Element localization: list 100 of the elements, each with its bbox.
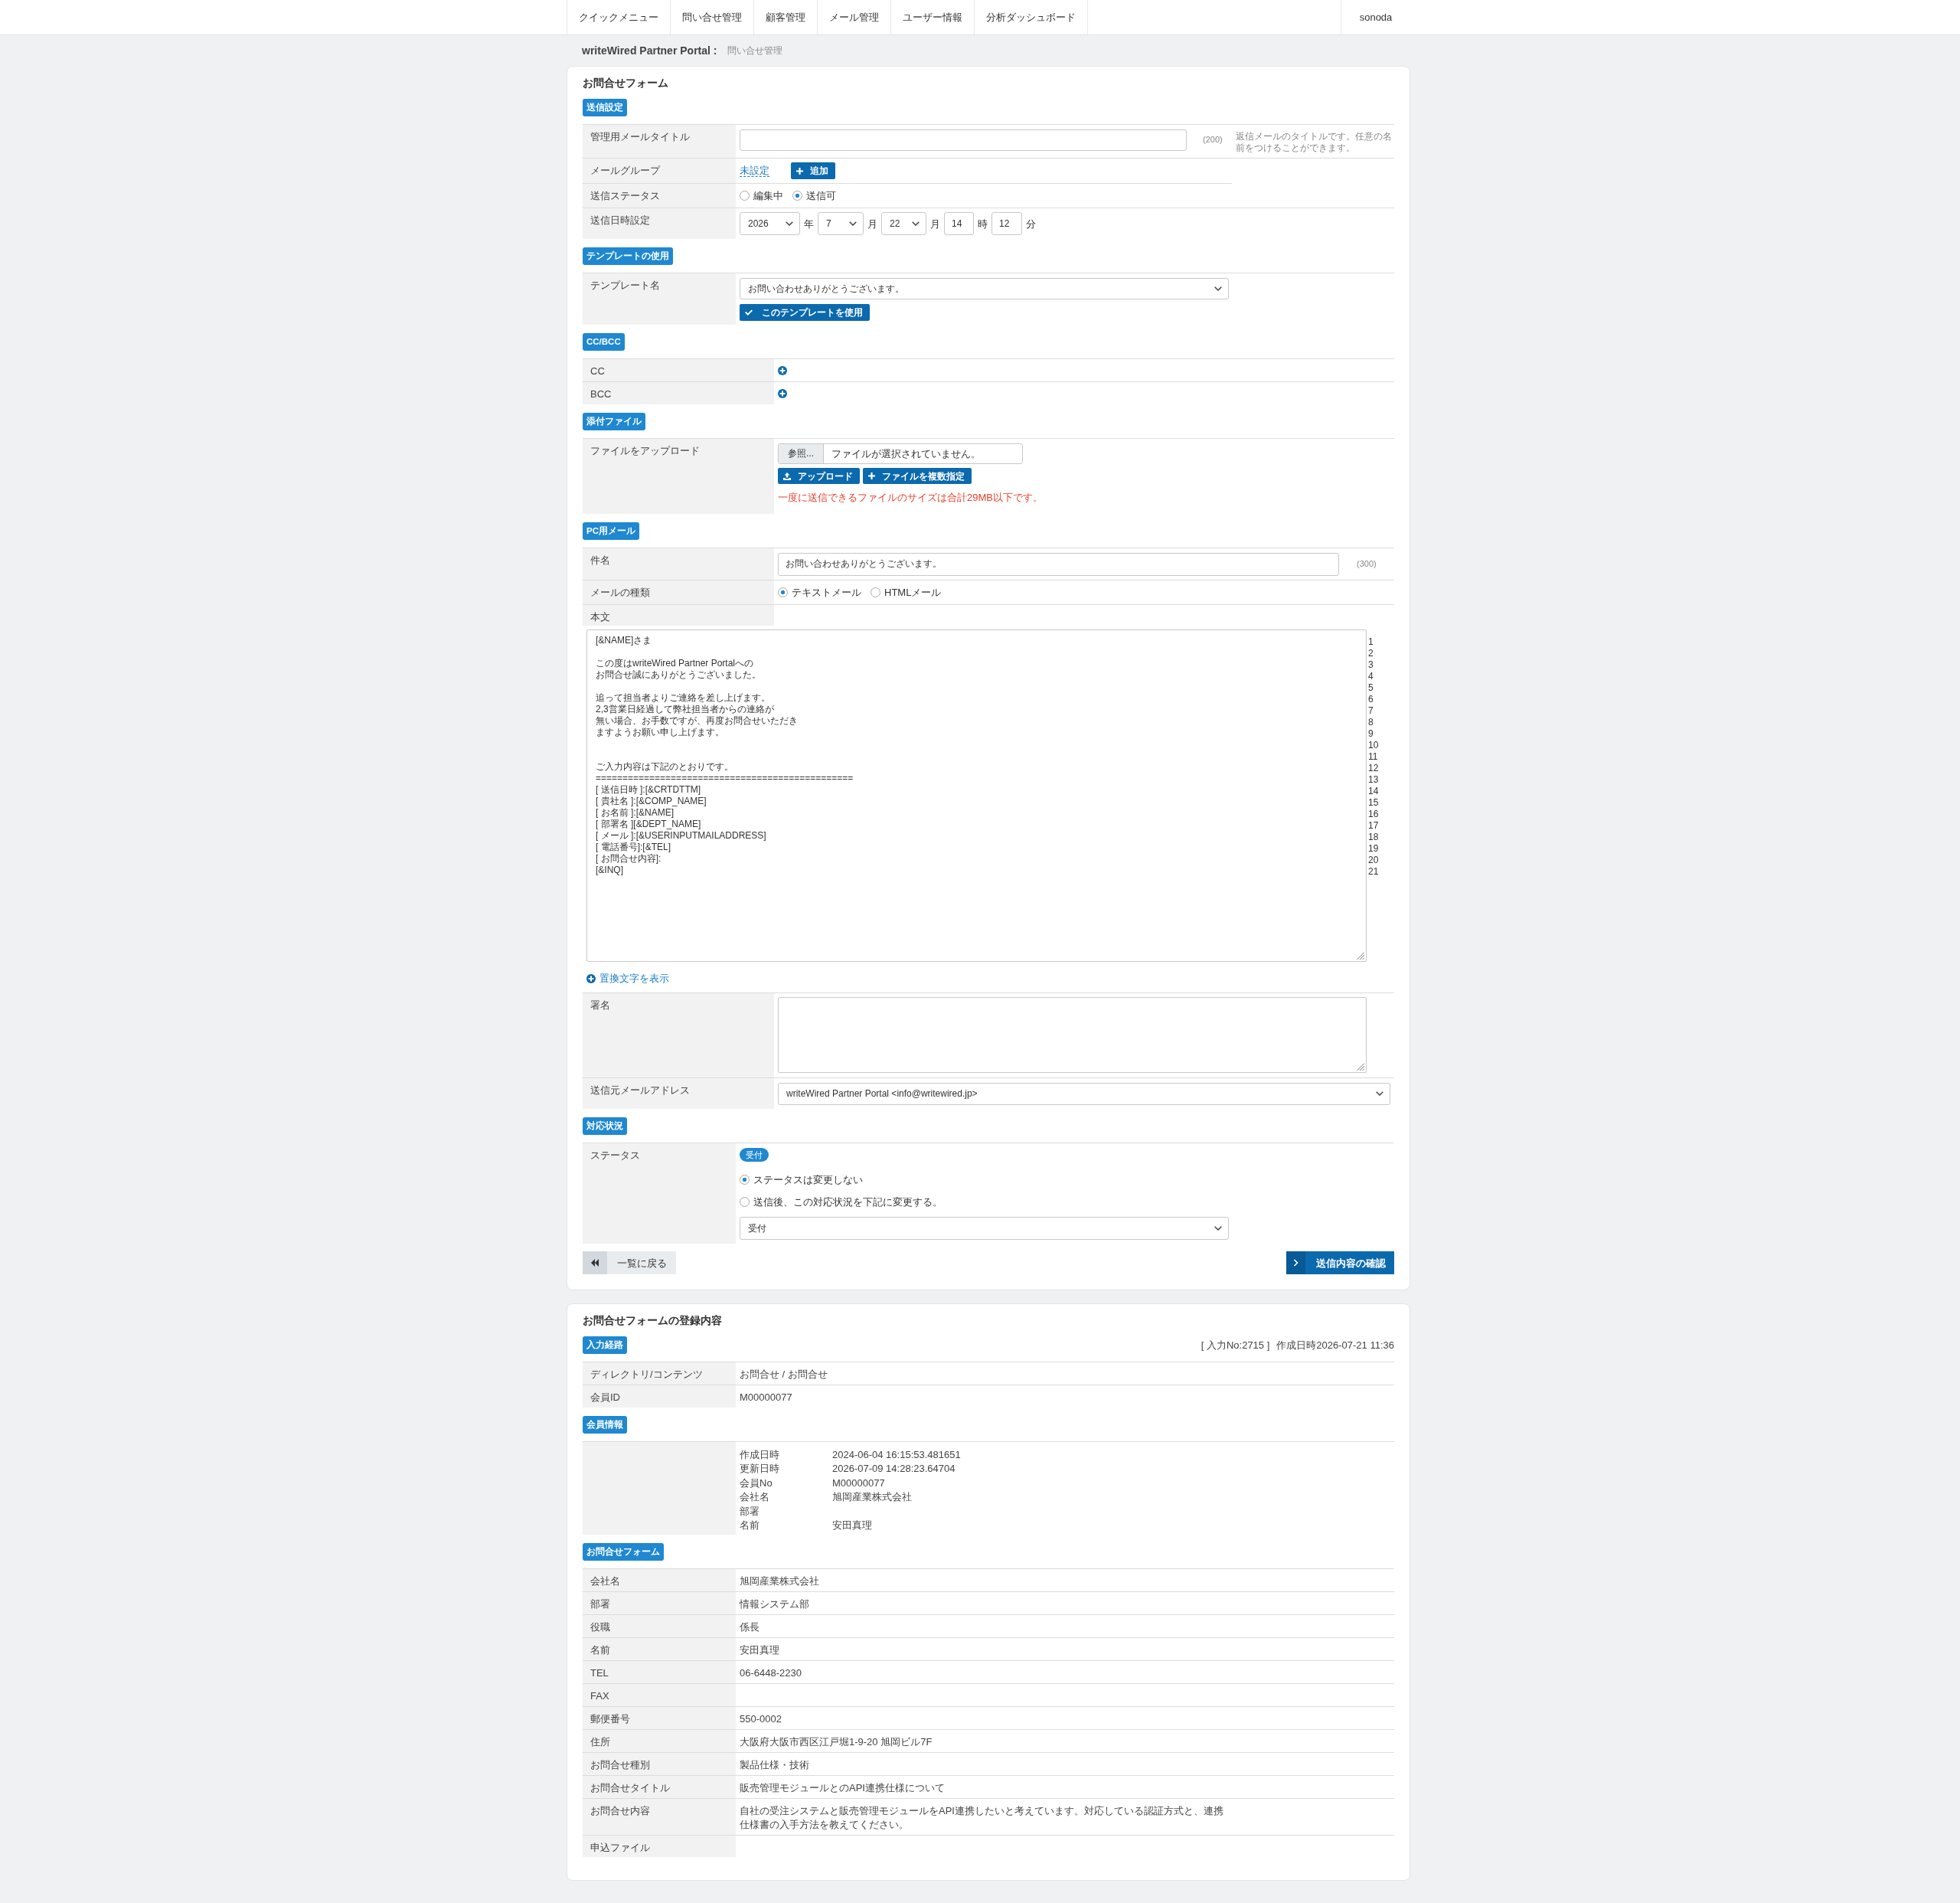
body-line: [ お問合せ内容]: xyxy=(596,853,662,865)
mail-title-input[interactable] xyxy=(740,129,1187,151)
nav-item[interactable]: メール管理 xyxy=(818,0,891,34)
field-value: 係長 xyxy=(740,1620,760,1634)
date-select[interactable]: 2026 xyxy=(740,212,800,235)
body-line: ================================================ xyxy=(596,773,854,784)
body-line: 追って担当者よりご連絡を差し上げます。 xyxy=(596,692,770,704)
body-line: ご入力内容は下記のとおりです。 xyxy=(596,761,733,773)
date-input[interactable]: 14 xyxy=(944,212,974,235)
field-label: 本文 xyxy=(583,604,774,626)
line-number: 17 xyxy=(1368,820,1379,832)
upload-button[interactable]: アップロード xyxy=(778,468,860,484)
template-select[interactable]: お問い合わせありがとうございます。 xyxy=(740,278,1229,299)
body-textarea[interactable] xyxy=(586,629,1367,962)
field-label: メールの種類 xyxy=(583,580,774,604)
replace-text-link[interactable]: 置換文字を表示 xyxy=(586,972,669,985)
field-label: テンプレート名 xyxy=(583,273,736,325)
created-datetime: 作成日時2026-07-21 11:36 xyxy=(1276,1339,1394,1352)
section-badge: 対応状況 xyxy=(583,1117,627,1135)
panel-title: お問合せフォーム xyxy=(583,76,669,90)
char-limit: (300) xyxy=(1357,558,1377,570)
field-value: 550-0002 xyxy=(740,1712,782,1726)
info-label: 部署 xyxy=(740,1504,760,1519)
body-line: お問合せ誠にありがとうございました。 xyxy=(596,669,761,681)
field-label: 会員ID xyxy=(583,1385,736,1408)
resize-grip-icon[interactable] xyxy=(1357,952,1364,960)
back-button[interactable]: 一覧に戻る xyxy=(583,1251,676,1274)
chevron-down-icon xyxy=(786,221,793,226)
nav-item[interactable]: ユーザー情報 xyxy=(891,0,975,34)
rewind-icon xyxy=(583,1251,607,1274)
use-template-button[interactable]: このテンプレートを使用 xyxy=(740,304,870,321)
browse-button[interactable]: 参照... xyxy=(779,444,824,463)
subject-input[interactable]: お問い合わせありがとうございます。 xyxy=(778,552,1339,576)
info-value: M00000077 xyxy=(832,1476,886,1490)
char-limit: (200) xyxy=(1203,135,1223,144)
status-badge: 受付 xyxy=(740,1148,769,1162)
confirm-button[interactable]: 送信内容の確認 xyxy=(1286,1251,1394,1274)
unit-label: 月 xyxy=(930,217,940,231)
radio-label: HTMLメール xyxy=(884,586,942,599)
section-badge: お問合せフォーム xyxy=(583,1543,664,1561)
line-number: 6 xyxy=(1368,694,1374,705)
radio-button[interactable] xyxy=(871,587,880,597)
radio-button[interactable] xyxy=(740,191,750,201)
line-number: 18 xyxy=(1368,832,1379,843)
from-address-select[interactable]: writeWired Partner Portal <info@writewired.jp> xyxy=(778,1082,1390,1105)
status-select[interactable]: 受付 xyxy=(740,1217,1229,1240)
body-line: [&NAME]さま xyxy=(596,635,652,646)
field-label: 管理用メールタイトル xyxy=(583,124,736,158)
date-select[interactable]: 22 xyxy=(881,212,926,235)
radio-button[interactable] xyxy=(778,587,788,597)
add-files-button[interactable]: ファイルを複数指定 xyxy=(863,468,972,484)
mail-group-link[interactable]: 未設定 xyxy=(740,165,769,177)
plus-circle-icon[interactable] xyxy=(778,365,787,375)
add-button[interactable]: 追加 xyxy=(791,162,835,179)
user-menu[interactable]: sonoda xyxy=(1341,0,1410,34)
plus-circle-icon[interactable] xyxy=(778,388,787,398)
unit-label: 月 xyxy=(867,217,877,231)
radio-label: 送信後、この対応状況を下記に変更する。 xyxy=(753,1195,942,1208)
field-label: 送信日時設定 xyxy=(583,208,736,239)
body-line: [ 部署名 ][&DEPT_NAME] xyxy=(596,819,701,830)
file-input[interactable]: 参照... ファイルが選択されていません。 xyxy=(778,443,1023,464)
section-badge: 添付ファイル xyxy=(583,413,645,430)
radio-button[interactable] xyxy=(792,191,802,201)
field-label: お問合せ内容 xyxy=(583,1797,736,1835)
nav-item[interactable]: 問い合せ管理 xyxy=(671,0,754,34)
field-value: 製品仕様・技術 xyxy=(740,1757,809,1772)
radio-button[interactable] xyxy=(740,1175,750,1185)
line-number: 16 xyxy=(1368,809,1379,820)
field-label: お問合せ種別 xyxy=(583,1751,736,1775)
body-line: 無い場合、お手数ですが、再度お問合せいただき xyxy=(596,715,798,727)
field-label: BCC xyxy=(583,381,774,404)
info-value: 2024-06-04 16:15:53.481651 xyxy=(832,1448,961,1462)
info-label: 会員No xyxy=(740,1476,773,1490)
field-label: 件名 xyxy=(583,548,774,580)
field-label: 郵便番号 xyxy=(583,1705,736,1729)
date-select[interactable]: 7 xyxy=(818,212,864,235)
info-label: 名前 xyxy=(740,1519,760,1533)
breadcrumb-item: 問い合せ管理 xyxy=(727,44,783,57)
field-label: 会社名 xyxy=(583,1568,736,1591)
section-badge: テンプレートの使用 xyxy=(583,247,673,265)
nav-item[interactable]: クイックメニュー xyxy=(567,0,671,34)
date-input[interactable]: 12 xyxy=(991,212,1022,235)
body-line: この度はwriteWired Partner Portalへの xyxy=(596,658,754,669)
resize-grip-icon[interactable] xyxy=(1357,1063,1364,1071)
field-value: 旭岡産業株式会社 xyxy=(740,1574,819,1588)
line-number: 2 xyxy=(1368,648,1374,659)
field-hint: 返信メールのタイトルです。任意の名前をつけることができます。 xyxy=(1236,131,1392,153)
chevron-right-icon xyxy=(1286,1251,1305,1274)
line-number: 15 xyxy=(1368,797,1379,809)
line-number: 9 xyxy=(1368,728,1374,740)
section-badge: 入力経路 xyxy=(583,1336,627,1354)
section-badge: 会員情報 xyxy=(583,1416,627,1434)
upload-icon xyxy=(783,472,791,480)
radio-label: ステータスは変更しない xyxy=(753,1173,863,1186)
file-status-text: ファイルが選択されていません。 xyxy=(831,447,981,460)
radio-button[interactable] xyxy=(740,1197,750,1207)
nav-item[interactable]: 顧客管理 xyxy=(754,0,818,34)
nav-item[interactable]: 分析ダッシュボード xyxy=(975,0,1088,34)
line-number: 10 xyxy=(1368,740,1379,751)
line-number: 21 xyxy=(1368,866,1379,878)
